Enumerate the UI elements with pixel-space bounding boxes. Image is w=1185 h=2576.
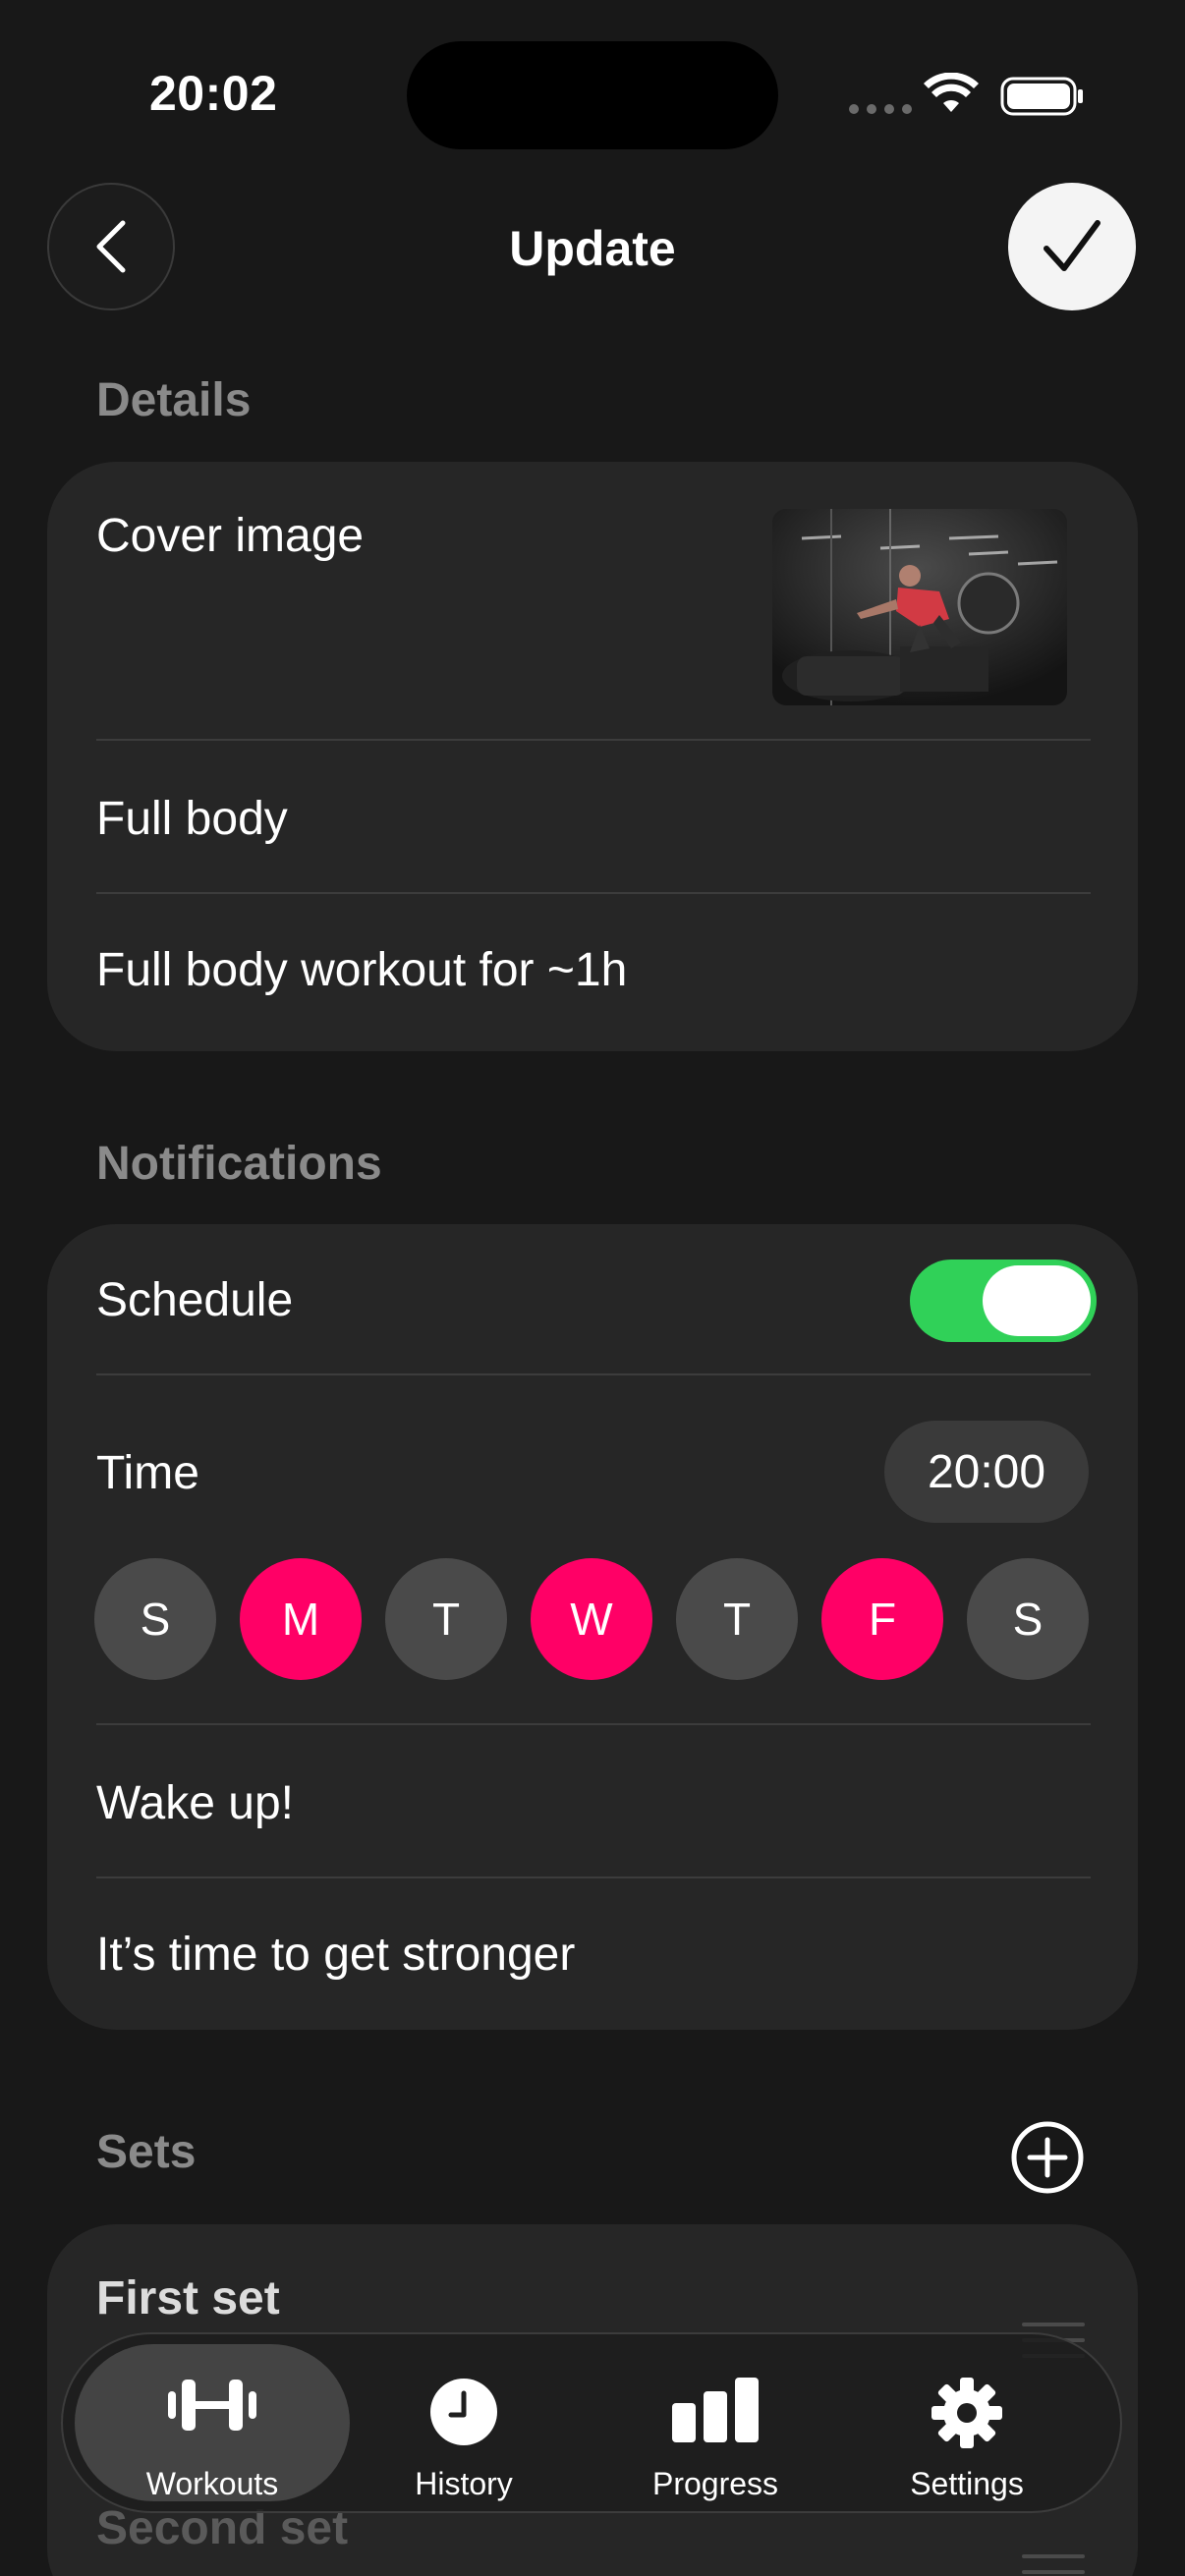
- save-button[interactable]: [1008, 183, 1136, 310]
- workout-update-screen: 20:02 Update Details Cover image Full bo…: [0, 0, 1185, 2576]
- wifi-icon: [924, 73, 979, 112]
- set-item-first[interactable]: First set: [96, 2271, 280, 2325]
- day-toggle-tuesday[interactable]: T: [385, 1558, 507, 1680]
- day-toggle-thursday[interactable]: T: [676, 1558, 798, 1680]
- divider: [96, 739, 1091, 741]
- time-picker-button[interactable]: 20:00: [884, 1421, 1089, 1523]
- day-toggle-saturday[interactable]: S: [967, 1558, 1089, 1680]
- checkmark-icon: [1044, 220, 1100, 271]
- dynamic-island: [407, 41, 778, 149]
- cover-image[interactable]: [772, 509, 1067, 705]
- gear-icon: [931, 2378, 1002, 2448]
- cellular-signal-icon: [849, 104, 912, 114]
- dumbbell-icon: [168, 2380, 256, 2431]
- workout-name-field[interactable]: Full body: [96, 792, 288, 846]
- notification-title-field[interactable]: Wake up!: [96, 1776, 294, 1830]
- cover-image-label: Cover image: [96, 510, 365, 562]
- tab-history[interactable]: History: [326, 2344, 601, 2501]
- divider: [96, 1876, 1091, 1878]
- details-card: Cover image Full body Full body workout …: [47, 462, 1138, 1051]
- tab-label: History: [415, 2466, 513, 2501]
- details-section-title: Details: [96, 374, 252, 426]
- tab-label: Settings: [910, 2466, 1024, 2501]
- bar-chart-icon: [672, 2378, 759, 2442]
- notifications-section-title: Notifications: [96, 1138, 382, 1190]
- time-label: Time: [96, 1447, 199, 1499]
- notification-body-field[interactable]: It’s time to get stronger: [96, 1928, 575, 1982]
- drag-handle-icon[interactable]: [1022, 2554, 1085, 2576]
- cover-photo: [772, 509, 1067, 705]
- tab-settings[interactable]: Settings: [829, 2344, 1104, 2501]
- tab-bar: Workouts History Progress Settings: [61, 2332, 1122, 2513]
- add-set-button[interactable]: [1010, 2120, 1085, 2195]
- day-toggle-friday[interactable]: F: [821, 1558, 943, 1680]
- divider: [96, 1723, 1091, 1725]
- notifications-card: Schedule Time 20:00 S M T W T F S Wake u…: [47, 1224, 1138, 2030]
- time-value: 20:00: [927, 1445, 1046, 1498]
- workout-description-field[interactable]: Full body workout for ~1h: [96, 943, 627, 997]
- schedule-label: Schedule: [96, 1274, 294, 1326]
- divider: [96, 1373, 1091, 1375]
- day-toggle-monday[interactable]: M: [240, 1558, 362, 1680]
- tab-label: Progress: [651, 2466, 779, 2501]
- tab-label: Workouts: [145, 2466, 279, 2501]
- day-toggle-sunday[interactable]: S: [94, 1558, 216, 1680]
- toggle-knob: [983, 1265, 1091, 1336]
- day-toggle-wednesday[interactable]: W: [531, 1558, 652, 1680]
- tab-workouts[interactable]: Workouts: [75, 2344, 350, 2501]
- tab-progress[interactable]: Progress: [578, 2344, 853, 2501]
- weekday-selector: S M T W T F S: [94, 1558, 1136, 1680]
- battery-icon: [1000, 77, 1083, 116]
- sets-section-title: Sets: [96, 2126, 197, 2178]
- schedule-toggle[interactable]: [910, 1260, 1097, 1342]
- divider: [96, 892, 1091, 894]
- status-time: 20:02: [149, 66, 278, 121]
- clock-icon: [430, 2379, 497, 2445]
